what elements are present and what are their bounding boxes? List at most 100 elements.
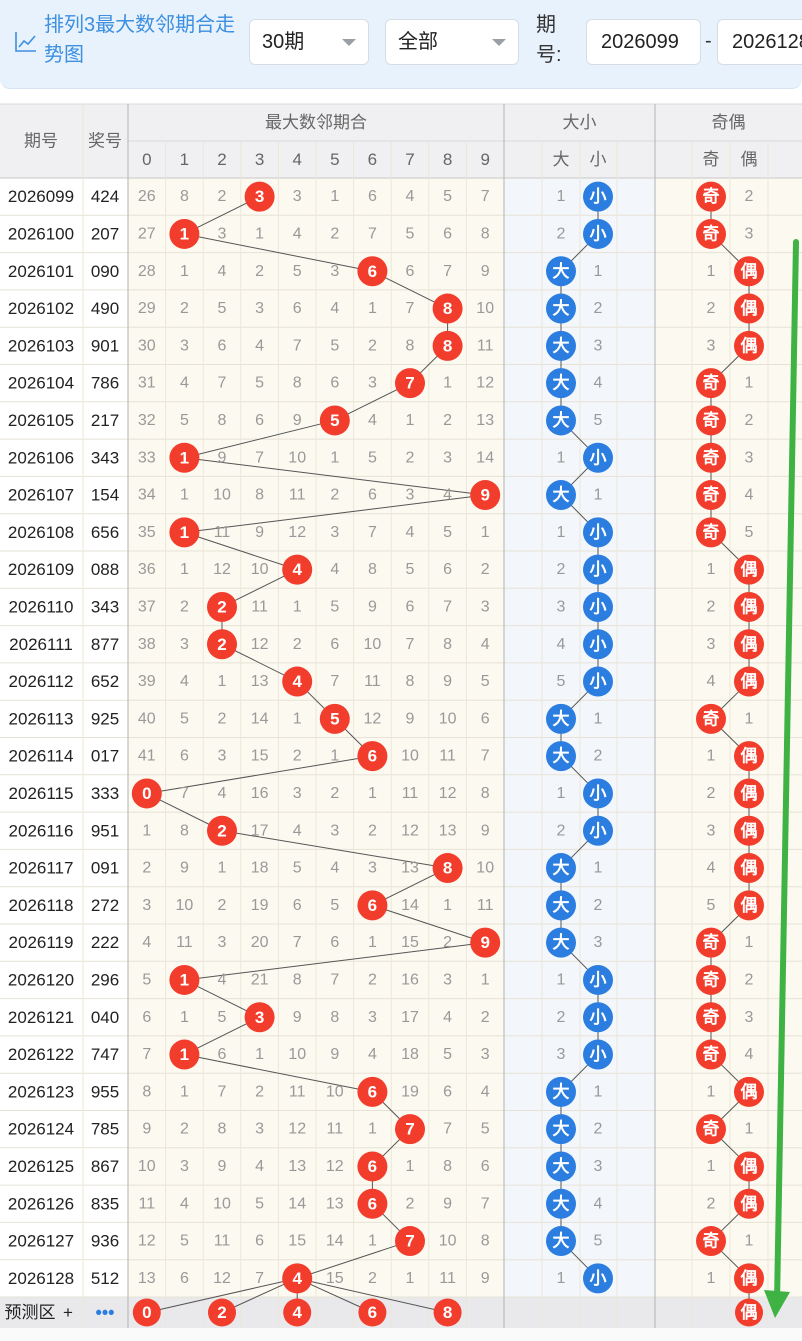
miss-count-cell: 28 — [138, 263, 156, 280]
more-options-button[interactable]: ••• — [96, 1303, 115, 1323]
period-cell: 2026103 — [8, 336, 74, 355]
miss-count-cell: 1 — [180, 487, 189, 504]
hit-ball-number: 2 — [217, 635, 226, 654]
miss-count-cell: 6 — [255, 412, 264, 429]
period-cell: 2026106 — [8, 448, 74, 467]
predict-ball-number: 6 — [368, 1303, 377, 1322]
period-cell: 2026122 — [8, 1045, 74, 1064]
miss-count-cell: 2 — [180, 598, 189, 615]
period-cell: 2026114 — [9, 747, 74, 766]
miss-count-cell: 10 — [213, 1195, 231, 1212]
size-ball-label: 大 — [553, 335, 570, 355]
miss-count-cell: 5 — [142, 971, 151, 988]
miss-count-cell: 11 — [364, 673, 381, 690]
miss-count-cell: 3 — [255, 1121, 264, 1138]
miss-count-cell: 6 — [443, 1083, 452, 1100]
miss-count-cell: 10 — [439, 1233, 457, 1250]
miss-count-cell: 8 — [255, 487, 264, 504]
predict-ball-number: 4 — [292, 1303, 302, 1322]
miss-count-cell: 12 — [138, 1233, 156, 1250]
size-ball-label: 大 — [553, 932, 570, 952]
award-cell: 040 — [91, 1008, 119, 1027]
miss-count-cell: 9 — [180, 860, 189, 877]
award-cell: 867 — [91, 1157, 119, 1176]
award-cell: 091 — [91, 859, 119, 878]
parity-ball-label: 奇 — [703, 1119, 720, 1139]
size-ball-label: 小 — [590, 224, 607, 243]
miss-count-cell: 2 — [330, 785, 339, 802]
parity-miss-cell: 1 — [707, 1270, 716, 1287]
size-miss-cell: 3 — [594, 1158, 603, 1175]
miss-count-cell: 6 — [368, 188, 377, 205]
miss-count-cell: 5 — [368, 449, 377, 466]
parity-miss-cell: 3 — [707, 636, 716, 653]
size-header-1: 小 — [590, 150, 607, 169]
parity-ball-label: 偶 — [741, 335, 758, 355]
award-cell: 955 — [91, 1082, 119, 1101]
miss-count-cell: 12 — [364, 710, 382, 727]
parity-ball-label: 偶 — [741, 1081, 758, 1101]
size-miss-cell: 1 — [594, 263, 603, 280]
parity-miss-cell: 1 — [707, 561, 716, 578]
hit-ball-number: 6 — [368, 1082, 377, 1101]
miss-count-cell: 3 — [255, 300, 264, 317]
period-cell: 2026108 — [8, 523, 74, 542]
miss-count-cell: 1 — [255, 225, 264, 242]
parity-miss-cell: 3 — [745, 225, 754, 242]
miss-count-cell: 4 — [293, 225, 302, 242]
hit-ball-number: 1 — [180, 970, 189, 989]
period-cell: 2026109 — [8, 560, 74, 579]
miss-count-cell: 10 — [288, 449, 306, 466]
period-cell: 2026118 — [9, 896, 74, 915]
predict-ball-number: 8 — [443, 1303, 452, 1322]
award-cell: 017 — [91, 747, 119, 766]
miss-count-cell: 7 — [218, 1083, 227, 1100]
period-cell: 2026123 — [8, 1082, 74, 1101]
miss-count-cell: 1 — [406, 412, 415, 429]
hit-ball-number: 3 — [255, 187, 264, 206]
size-ball-label: 大 — [553, 1119, 570, 1139]
miss-count-cell: 3 — [443, 449, 452, 466]
miss-count-cell: 5 — [180, 412, 189, 429]
miss-count-cell: 13 — [439, 822, 457, 839]
size-miss-cell: 2 — [594, 300, 603, 317]
miss-count-cell: 40 — [138, 710, 156, 727]
miss-count-cell: 2 — [481, 561, 490, 578]
predict-ball-number: 0 — [142, 1303, 151, 1322]
miss-count-cell: 11 — [214, 524, 231, 541]
award-cell: 333 — [91, 784, 119, 803]
miss-count-cell: 4 — [368, 1046, 377, 1063]
digit-header-0: 0 — [142, 150, 151, 169]
miss-count-cell: 4 — [481, 1083, 490, 1100]
miss-count-cell: 9 — [255, 524, 264, 541]
parity-miss-cell: 1 — [745, 1233, 754, 1250]
miss-count-cell: 6 — [406, 598, 415, 615]
parity-ball-label: 奇 — [703, 708, 720, 728]
add-predict-button[interactable]: + — [63, 1303, 73, 1322]
miss-count-cell: 7 — [443, 1121, 452, 1138]
period-cell: 2026104 — [8, 374, 74, 393]
miss-count-cell: 8 — [180, 188, 189, 205]
parity-ball-label: 偶 — [741, 820, 758, 840]
miss-count-cell: 6 — [481, 710, 490, 727]
hit-ball-number: 7 — [405, 374, 414, 393]
miss-count-cell: 26 — [138, 188, 156, 205]
period-cell: 2026121 — [8, 1008, 74, 1027]
parity-miss-cell: 3 — [707, 337, 716, 354]
parity-ball-label: 偶 — [741, 1268, 758, 1288]
parity-miss-cell: 2 — [745, 412, 754, 429]
miss-count-cell: 3 — [293, 785, 302, 802]
parity-miss-cell: 2 — [707, 1195, 716, 1212]
award-cell: 343 — [91, 448, 119, 467]
period-cell: 2026113 — [9, 709, 74, 728]
parity-ball-label: 偶 — [741, 783, 758, 803]
miss-count-cell: 36 — [138, 561, 156, 578]
miss-count-cell: 7 — [330, 673, 339, 690]
parity-ball-label: 奇 — [703, 1044, 720, 1064]
parity-header-1: 偶 — [741, 150, 758, 169]
miss-count-cell: 3 — [330, 524, 339, 541]
miss-count-cell: 6 — [218, 1046, 227, 1063]
miss-count-cell: 4 — [330, 300, 339, 317]
hit-ball-number: 7 — [405, 1232, 414, 1251]
parity-miss-cell: 3 — [745, 449, 754, 466]
